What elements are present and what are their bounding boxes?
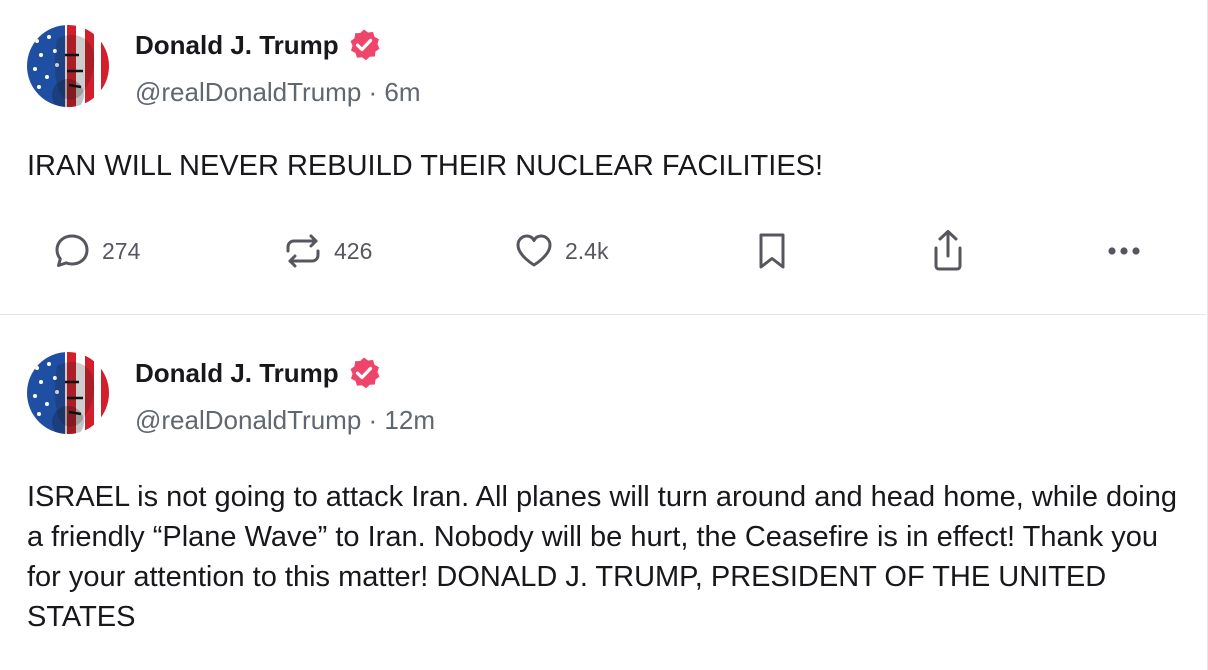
bookmark-button[interactable] <box>752 228 792 274</box>
post-actions: 274 426 2.4k <box>0 228 1206 274</box>
post-feed: Donald J. Trump @realDonaldTrump · 6m IR… <box>0 0 1208 670</box>
separator: · <box>361 405 385 435</box>
post[interactable]: Donald J. Trump @realDonaldTrump · 6m IR… <box>0 0 1206 315</box>
author-name-text: Donald J. Trump <box>135 358 339 388</box>
author-handle[interactable]: @realDonaldTrump <box>135 77 361 107</box>
separator: · <box>361 77 385 107</box>
repost-count: 426 <box>334 237 373 264</box>
like-button[interactable]: 2.4k <box>513 228 608 274</box>
ellipsis-icon <box>1108 247 1140 255</box>
handle-line: @realDonaldTrump · 6m <box>135 77 421 107</box>
post[interactable]: Donald J. Trump @realDonaldTrump · 12m I… <box>0 315 1206 670</box>
reply-count: 274 <box>102 237 141 264</box>
repost-arrows-icon <box>286 234 320 268</box>
post-text: ISRAEL is not going to attack Iran. All … <box>27 481 1177 633</box>
post-text: IRAN WILL NEVER REBUILD THEIR NUCLEAR FA… <box>27 150 824 182</box>
avatar[interactable] <box>27 25 109 107</box>
share-button[interactable] <box>928 228 968 274</box>
like-count: 2.4k <box>565 237 609 264</box>
bookmark-icon <box>759 233 785 269</box>
handle-line: @realDonaldTrump · 12m <box>135 405 435 435</box>
reply-button[interactable]: 274 <box>52 228 140 274</box>
author-name[interactable]: Donald J. Trump <box>135 28 381 62</box>
verified-badge-icon <box>350 29 380 61</box>
author-name[interactable]: Donald J. Trump <box>135 356 381 390</box>
author-handle[interactable]: @realDonaldTrump <box>135 405 361 435</box>
speech-bubble-icon <box>55 234 89 267</box>
heart-icon <box>516 234 552 267</box>
post-time[interactable]: 6m <box>384 77 420 107</box>
repost-button[interactable]: 426 <box>282 228 372 274</box>
author-name-text: Donald J. Trump <box>135 30 339 60</box>
share-upload-icon <box>934 230 962 271</box>
post-time[interactable]: 12m <box>384 405 435 435</box>
verified-badge-icon <box>350 357 380 389</box>
avatar[interactable] <box>27 352 109 434</box>
more-options-button[interactable] <box>1104 228 1144 274</box>
